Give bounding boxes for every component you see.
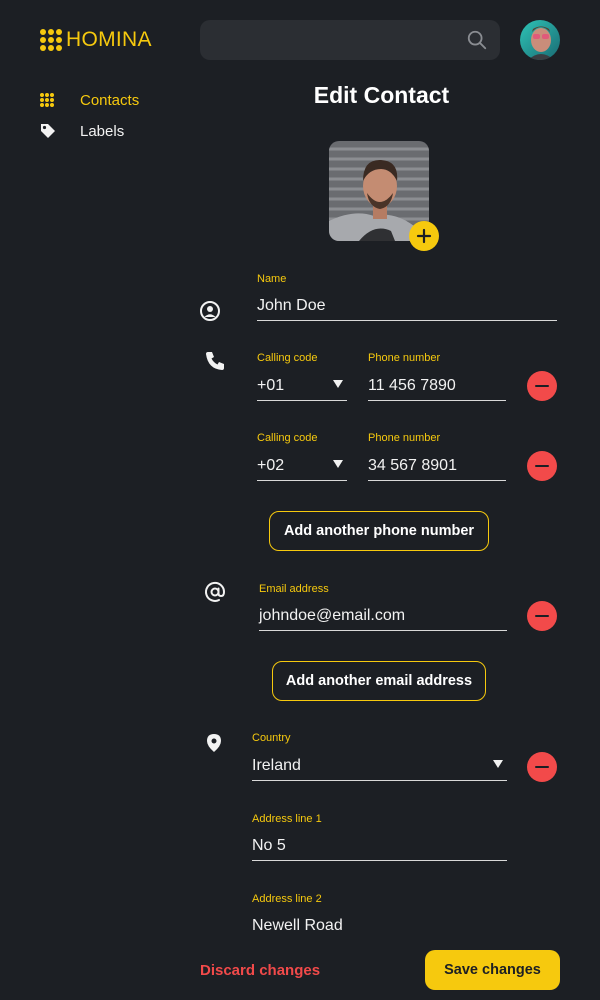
phone-number-value: 34 567 8901 [368,457,457,474]
remove-phone-button[interactable] [527,451,557,481]
country-label: Country [252,732,291,744]
name-label: Name [257,273,287,285]
country-value: Ireland [252,757,301,774]
person-icon [200,301,220,321]
at-sign-icon [205,581,226,602]
plus-icon [416,228,432,244]
sidebar-item-labels[interactable]: Labels [40,122,124,140]
name-value: John Doe [257,297,326,314]
remove-address-button[interactable] [527,752,557,782]
avatar-image [520,20,560,60]
phone-number-field[interactable]: 11 456 7890 [368,375,506,401]
minus-icon [535,464,549,468]
phone-icon [206,352,224,370]
calling-code-value: +02 [257,457,285,474]
sidebar-item-label: Labels [80,122,125,140]
sidebar-item-contacts[interactable]: Contacts [40,91,139,109]
tag-icon [40,122,80,140]
address-line1-label: Address line 1 [252,813,322,825]
calling-code-label: Calling code [257,352,318,364]
calling-code-label: Calling code [257,432,318,444]
calling-code-select[interactable]: +01 [257,375,347,401]
discard-changes-button[interactable]: Discard changes [200,962,320,979]
add-phone-button[interactable]: Add another phone number [269,511,489,551]
phone-number-field[interactable]: 34 567 8901 [368,455,506,481]
app-name: HOMINA [66,28,152,51]
logo-grid-icon [40,29,62,51]
user-avatar[interactable] [520,20,560,60]
email-label: Email address [259,583,329,595]
phone-number-label: Phone number [368,432,441,444]
phone-number-label: Phone number [368,352,441,364]
add-email-button[interactable]: Add another email address [272,661,486,701]
minus-icon [535,384,549,388]
remove-email-button[interactable] [527,601,557,631]
app-logo[interactable]: HOMINA [40,29,152,51]
caret-down-icon [333,380,343,388]
search-input[interactable] [200,20,460,60]
name-field[interactable]: John Doe [257,295,557,321]
calling-code-value: +01 [257,377,285,394]
grid-icon [40,91,80,109]
address-line2-field[interactable]: Newell Road [252,915,507,941]
phone-number-value: 11 456 7890 [368,377,456,394]
page-title: Edit Contact [313,82,450,108]
address-line1-field[interactable]: No 5 [252,835,507,861]
location-pin-icon [207,734,221,752]
save-changes-button[interactable]: Save changes [425,950,560,990]
sidebar-item-label: Contacts [80,91,140,109]
calling-code-select[interactable]: +02 [257,455,347,481]
search-bar[interactable] [200,20,500,60]
add-photo-button[interactable] [409,221,439,251]
address-line1-value: No 5 [252,837,286,854]
country-select[interactable]: Ireland [252,755,507,781]
caret-down-icon [333,460,343,468]
caret-down-icon [493,760,503,768]
address-line2-value: Newell Road [252,917,343,934]
address-line2-label: Address line 2 [252,893,322,905]
minus-icon [535,614,549,618]
minus-icon [535,765,549,769]
remove-phone-button[interactable] [527,371,557,401]
search-icon[interactable] [466,29,488,51]
email-value: johndoe@email.com [259,607,406,624]
email-field[interactable]: johndoe@email.com [259,605,507,631]
